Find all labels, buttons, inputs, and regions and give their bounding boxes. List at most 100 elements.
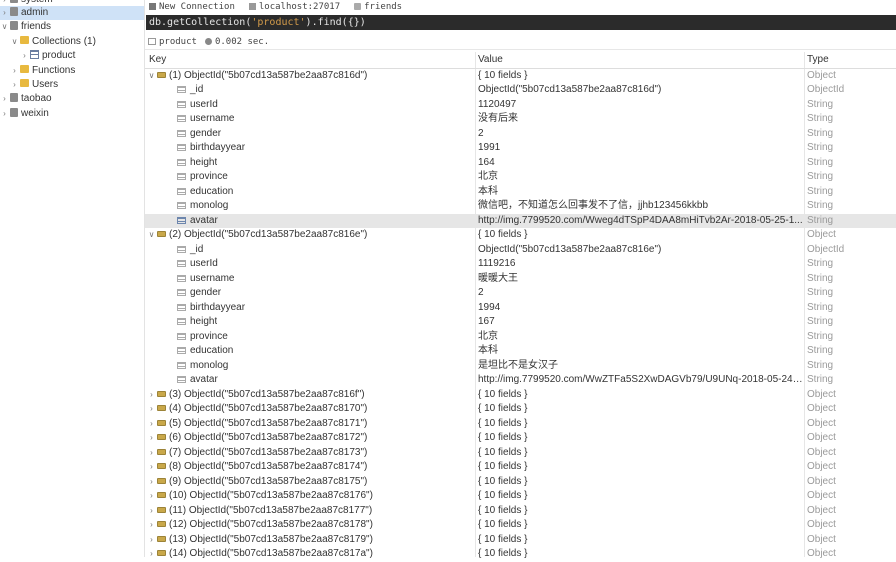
query-editor[interactable]: db.getCollection('product').find({}) xyxy=(146,15,896,30)
field-row[interactable]: _id ObjectId("5b07cd13a587be2aa87c816e") O… xyxy=(145,243,896,258)
row-type: Object xyxy=(807,504,836,516)
tree-node-functions[interactable]: › Functions xyxy=(0,64,144,78)
field-row[interactable]: username 暖暖大王 String xyxy=(145,272,896,287)
field-row[interactable]: province 北京 String xyxy=(145,330,896,345)
tree-node-label: Collections (1) xyxy=(32,36,96,47)
row-key: gender xyxy=(190,287,222,298)
field-row[interactable]: userId 1120497 String xyxy=(145,98,896,113)
chevron-right-icon[interactable]: › xyxy=(147,518,156,533)
chevron-right-icon[interactable]: › xyxy=(147,533,156,548)
chevron-down-icon[interactable]: ∨ xyxy=(0,20,9,34)
tree-node-taobao[interactable]: › taobao xyxy=(0,92,144,106)
chevron-right-icon[interactable]: › xyxy=(147,388,156,403)
field-row[interactable]: birthdayyear 1991 String xyxy=(145,141,896,156)
chevron-right-icon[interactable]: › xyxy=(147,489,156,504)
document-row[interactable]: ∨ (1) ObjectId("5b07cd13a587be2aa87c816d"… xyxy=(145,69,896,84)
document-row[interactable]: › (6) ObjectId("5b07cd13a587be2aa87c8172"… xyxy=(145,431,896,446)
tree-node-product[interactable]: › product xyxy=(0,49,144,63)
document-row[interactable]: ∨ (2) ObjectId("5b07cd13a587be2aa87c816e"… xyxy=(145,228,896,243)
field-row[interactable]: education 本科 String xyxy=(145,344,896,359)
field-row[interactable]: province 北京 String xyxy=(145,170,896,185)
document-row[interactable]: › (12) ObjectId("5b07cd13a587be2aa87c8178… xyxy=(145,518,896,533)
column-header-key[interactable]: Key xyxy=(149,52,166,68)
tree-node-collections-1[interactable]: ∨ Collections (1) xyxy=(0,35,144,49)
chevron-right-icon[interactable]: › xyxy=(20,49,29,63)
field-icon xyxy=(177,129,186,137)
tree-node-users[interactable]: › Users xyxy=(0,78,144,92)
field-icon xyxy=(177,245,186,253)
document-row[interactable]: › (3) ObjectId("5b07cd13a587be2aa87c816f"… xyxy=(145,388,896,403)
row-value: 1994 xyxy=(478,301,501,313)
document-row[interactable]: › (5) ObjectId("5b07cd13a587be2aa87c8171"… xyxy=(145,417,896,432)
chevron-right-icon[interactable]: › xyxy=(10,78,19,92)
row-value: 北京 xyxy=(478,330,498,342)
database-icon xyxy=(10,92,18,102)
field-row[interactable]: gender 2 String xyxy=(145,286,896,301)
chevron-right-icon[interactable]: › xyxy=(147,446,156,461)
row-type: Object xyxy=(807,490,836,501)
document-row[interactable]: › (8) ObjectId("5b07cd13a587be2aa87c8174"… xyxy=(145,460,896,475)
document-row[interactable]: › (7) ObjectId("5b07cd13a587be2aa87c8173"… xyxy=(145,446,896,461)
column-header-value[interactable]: Value xyxy=(478,52,503,68)
row-type: String xyxy=(807,272,834,284)
chevron-right-icon[interactable]: › xyxy=(147,475,156,490)
object-icon xyxy=(157,405,166,411)
column-header-type[interactable]: Type xyxy=(807,52,829,68)
database-item[interactable]: friends xyxy=(350,2,402,12)
chevron-right-icon[interactable]: › xyxy=(10,64,19,78)
chevron-right-icon[interactable]: › xyxy=(147,417,156,432)
document-row[interactable]: › (13) ObjectId("5b07cd13a587be2aa87c8179… xyxy=(145,533,896,548)
field-row[interactable]: username 没有后来 String xyxy=(145,112,896,127)
result-collection-label: product xyxy=(159,37,197,47)
tree-node-admin[interactable]: › admin xyxy=(0,6,144,20)
field-row[interactable]: avatar http://img.7799520.com/Wweg4dTSpP4… xyxy=(145,213,896,228)
field-row[interactable]: avatar http://img.7799520.com/WwZTFa5S2Xw… xyxy=(145,373,896,388)
field-row[interactable]: _id ObjectId("5b07cd13a587be2aa87c816d") O… xyxy=(145,83,896,98)
row-key: gender xyxy=(190,127,222,139)
document-row[interactable]: › (10) ObjectId("5b07cd13a587be2aa87c8176… xyxy=(145,489,896,504)
database-icon xyxy=(354,3,362,10)
chevron-down-icon[interactable]: ∨ xyxy=(147,228,156,243)
row-value: 2 xyxy=(478,287,484,298)
field-row[interactable]: monolog 是坦比不是女汉子 String xyxy=(145,359,896,374)
document-row[interactable]: › (4) ObjectId("5b07cd13a587be2aa87c8170"… xyxy=(145,402,896,417)
document-row[interactable]: › (14) ObjectId("5b07cd13a587be2aa87c817a… xyxy=(145,547,896,562)
tree-node-weixin[interactable]: › weixin xyxy=(0,107,144,121)
object-icon xyxy=(157,71,166,78)
row-type: ObjectId xyxy=(807,243,845,255)
field-row[interactable]: monolog 微信吧，不知道怎么回事发不了信，jjhb123456kkbb Str… xyxy=(145,199,896,214)
document-row[interactable]: › (11) ObjectId("5b07cd13a587be2aa87c8177… xyxy=(145,504,896,519)
row-key: birthdayyear xyxy=(190,142,246,153)
row-value: 1119216 xyxy=(478,258,516,269)
chevron-down-icon[interactable]: ∨ xyxy=(10,35,19,49)
chevron-right-icon[interactable]: › xyxy=(147,547,156,562)
chevron-right-icon[interactable]: › xyxy=(147,402,156,417)
server-item[interactable]: localhost:27017 xyxy=(245,2,340,12)
tree-node-label: product xyxy=(42,50,76,61)
field-row[interactable]: gender 2 String xyxy=(145,127,896,142)
document-row[interactable]: › (9) ObjectId("5b07cd13a587be2aa87c8175"… xyxy=(145,475,896,490)
field-row[interactable]: birthdayyear 1994 String xyxy=(145,301,896,316)
field-row[interactable]: height 167 String xyxy=(145,315,896,330)
row-value: 北京 xyxy=(478,171,498,182)
field-row[interactable]: userId 1119216 String xyxy=(145,257,896,272)
field-row[interactable]: height 164 String xyxy=(145,156,896,171)
field-row[interactable]: education 本科 String xyxy=(145,185,896,200)
object-icon xyxy=(157,521,166,527)
chevron-right-icon[interactable]: › xyxy=(147,431,156,446)
row-key: monolog xyxy=(190,359,229,371)
row-value: 暖暖大王 xyxy=(478,272,518,284)
tree-node-label: taobao xyxy=(21,93,52,104)
chevron-right-icon[interactable]: › xyxy=(0,107,9,121)
chevron-down-icon[interactable]: ∨ xyxy=(147,69,156,84)
chevron-right-icon[interactable]: › xyxy=(147,460,156,475)
chevron-right-icon[interactable]: › xyxy=(0,92,9,106)
row-key: (1) ObjectId("5b07cd13a587be2aa87c816d") xyxy=(169,69,368,81)
row-key: username xyxy=(190,113,235,124)
tree-node-friends[interactable]: ∨ friends xyxy=(0,20,144,34)
connection-item[interactable]: New Connection xyxy=(145,2,235,12)
chevron-right-icon[interactable]: › xyxy=(147,504,156,519)
row-type: String xyxy=(807,301,834,313)
row-key: birthdayyear xyxy=(190,301,246,313)
chevron-right-icon[interactable]: › xyxy=(0,6,9,20)
